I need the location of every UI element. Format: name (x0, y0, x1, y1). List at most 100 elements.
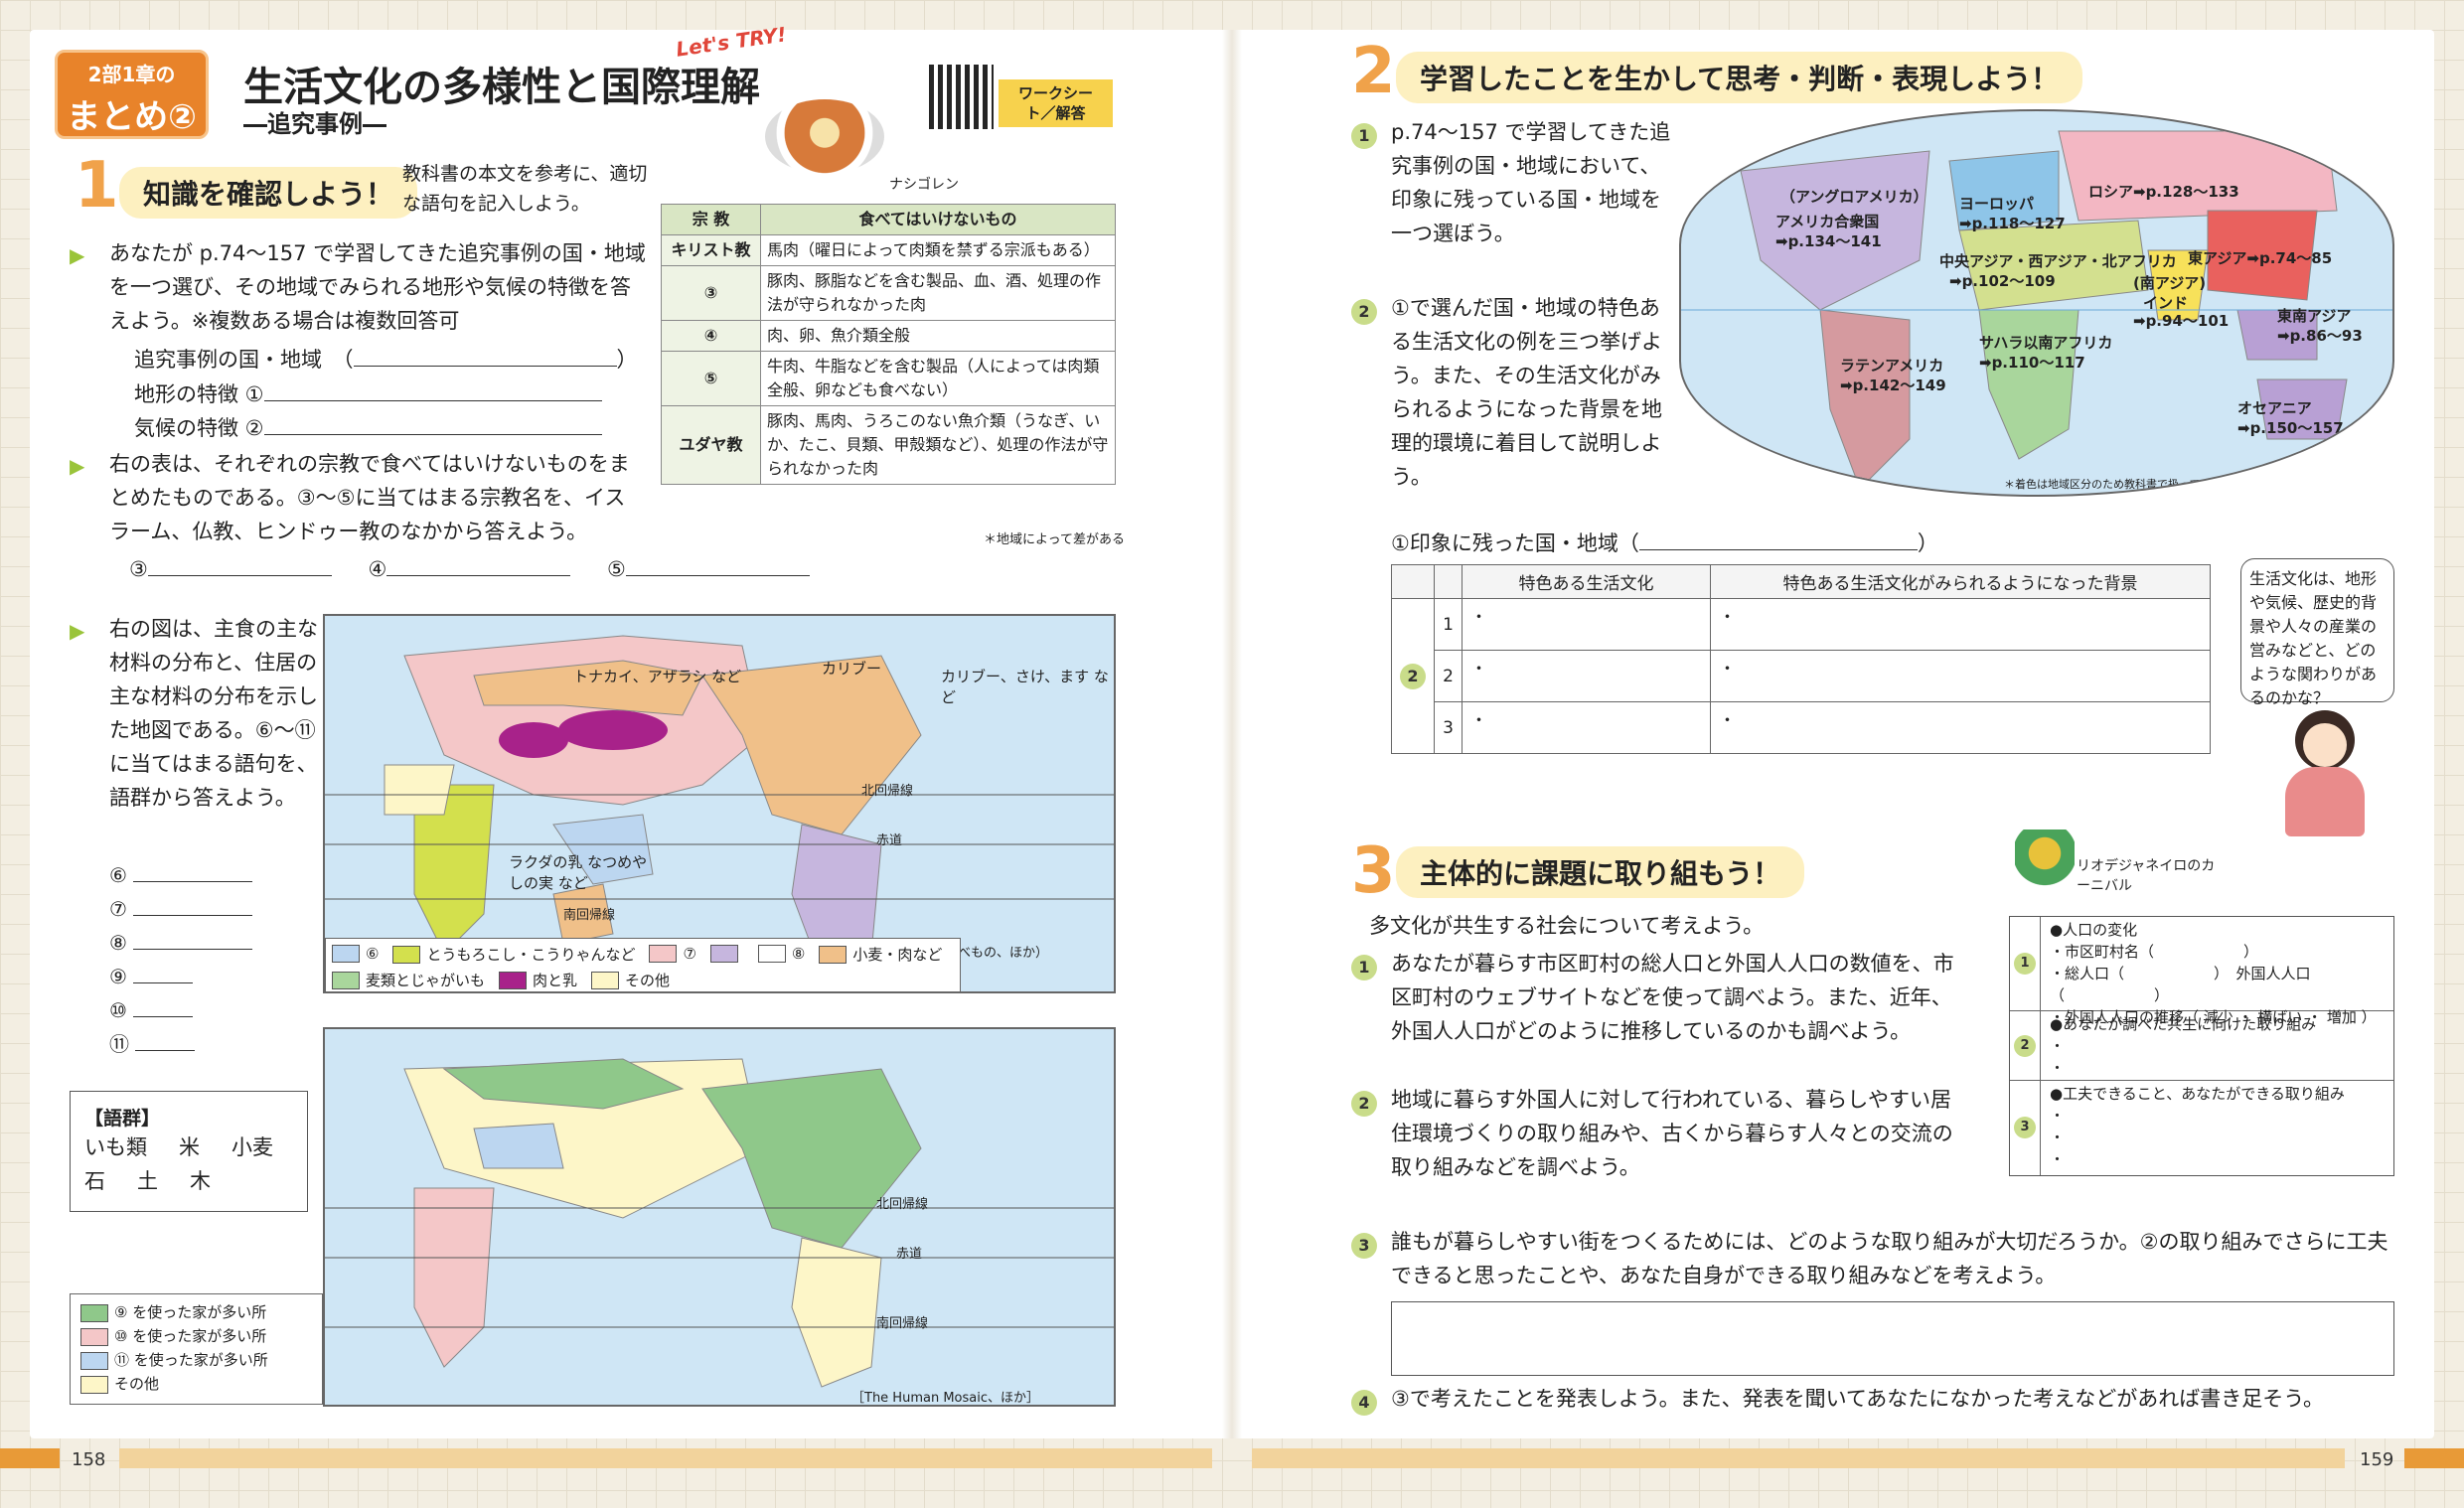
q3-answer-item[interactable]: ⑨ (109, 960, 252, 993)
legend-item: 肉と乳 (499, 970, 577, 990)
region-label: サハラ以南アフリカ (1979, 334, 2113, 352)
q1-line1-label: 追究事例の国・地域 （ (134, 348, 354, 372)
religion-th-1: 食べてはいけないもの (760, 204, 1116, 235)
region-label: ➡p.150〜157 (2237, 419, 2344, 437)
impression-end: ） (1917, 531, 1938, 555)
word-bank-title: 【語群】 (84, 1108, 161, 1130)
population-box: ●人口の変化 ・市区町村名（ ）・総人口（ ） 外国人人口（ ）・外国人人口の推移… (2009, 916, 2394, 1176)
population-box-line: ・ (2050, 1150, 2066, 1168)
population-box-row3[interactable]: ●工夫できること、あなたができる取り組み・・・ (2010, 1081, 2393, 1175)
legend-label: ⑧ (791, 944, 806, 963)
map1-sahara (384, 764, 455, 816)
legend-item (709, 945, 744, 964)
population-box-num2: 2 (2014, 1034, 2036, 1057)
q1-line1: 追究事例の国・地域 （ ） (134, 343, 638, 377)
page-bar-left (0, 1448, 60, 1468)
qr-code[interactable] (929, 65, 994, 129)
word: 土 (137, 1169, 158, 1193)
badge-line2: まとめ② (67, 97, 197, 137)
word-bank: 【語群】 いも類 米 小麦 石 土 木 (70, 1091, 308, 1212)
impression-answer[interactable] (1638, 527, 1918, 550)
q2-label-5: ⑤ (607, 557, 626, 581)
q3-answer-label: ⑪ (109, 1032, 129, 1056)
population-box-line: ・ (2050, 1037, 2066, 1055)
q3-answer-line[interactable] (132, 964, 193, 983)
q1-line2-label: 地形の特徴 ① (134, 382, 264, 406)
p3q1-text: あなたが暮らす市区町村の総人口と外国人人口の数値を、市区町村のウェブサイトなどを… (1391, 952, 1954, 1043)
legend-item: その他 (80, 1372, 312, 1396)
impression-label: ①印象に残った国・地域（ (1391, 531, 1639, 555)
region-label: 東アジア➡p.74〜85 (2188, 249, 2333, 267)
p2q2-number: 2 (1351, 293, 1377, 327)
region-label: ➡p.142〜149 (1840, 377, 1946, 394)
population-box-row2[interactable]: ●あなたが調べた共生に向けた取り組み・・ (2010, 1011, 2393, 1081)
q2-answer-3[interactable] (147, 554, 332, 576)
map2-label: 北回帰線 (876, 1197, 929, 1212)
q3-answer-line[interactable] (132, 896, 252, 916)
word-bank-words: いも類 米 小麦 石 土 木 (84, 1131, 293, 1198)
carnival-image (2015, 829, 2075, 909)
p3q3-answer-box[interactable] (1391, 1301, 2394, 1376)
population-box-row1[interactable]: ●人口の変化 ・市区町村名（ ）・総人口（ ） 外国人人口（ ）・外国人人口の推移… (2010, 917, 2393, 1026)
q3-answer-item[interactable]: ⑧ (109, 926, 252, 960)
map2-label: 赤道 (896, 1247, 923, 1262)
q1-answer-landform[interactable] (263, 377, 602, 401)
word: 木 (190, 1169, 211, 1193)
q3-answer-label: ⑥ (109, 863, 127, 887)
legend-swatch (591, 972, 620, 989)
p3q2-number: 2 (1351, 1085, 1377, 1119)
q2-answer-4[interactable] (386, 554, 571, 576)
q3-answer-line[interactable] (135, 1031, 195, 1051)
map1-label: トナカイ、アザラシ など (573, 668, 742, 685)
student-character-body (2285, 767, 2365, 836)
p3q3-number: 3 (1351, 1227, 1377, 1261)
q1-line3-label: 気候の特徴 ② (134, 416, 264, 440)
region-label: ヨーロッパ (1959, 195, 2035, 213)
carnival-caption: リオデジャネイロのカーニバル (2077, 858, 2216, 894)
q1-answer-region[interactable] (353, 343, 617, 367)
q3-answer-line[interactable] (132, 997, 193, 1017)
q2-label-3: ③ (129, 557, 148, 581)
legend-label: ⑪ を使った家が多い所 (114, 1351, 268, 1369)
religion-cell: キリスト教 (661, 234, 761, 266)
q3-answer-item[interactable]: ⑩ (109, 993, 252, 1027)
region-label: オセアニア (2237, 399, 2312, 417)
religion-table: 宗 教食べてはいけないもの キリスト教 馬肉（曜日によって肉類を禁ずる宗派もある）… (661, 204, 1116, 485)
q3-answer-item[interactable]: ⑥ (109, 858, 252, 892)
culture-cell[interactable]: ・ (1710, 701, 2211, 754)
q3-answer-line[interactable] (132, 930, 252, 950)
word: いも類 (84, 1135, 147, 1159)
p2q2-text: ①で選んだ国・地域の特色ある生活文化の例を三つ挙げよう。また、その生活文化がみら… (1391, 296, 1662, 489)
region-label: ラテンアメリカ (1840, 357, 1944, 375)
worksheet-tag[interactable]: ワークシート／解答 (999, 79, 1113, 127)
region-label: ➡p.86〜93 (2277, 327, 2363, 345)
page-bar-right-light (1252, 1448, 2345, 1468)
section1-intro: 教科書の本文を参考に、適切な語句を記入しよう。 (402, 163, 648, 215)
q2-answer-5[interactable] (625, 554, 810, 576)
map2-label: 南回帰線 (876, 1316, 929, 1331)
q1-answer-climate[interactable] (263, 411, 602, 435)
culture-cell[interactable]: ・ (1710, 598, 2211, 651)
region-label: ロシア➡p.128〜133 (2088, 183, 2239, 201)
page-bar-left-light (119, 1448, 1212, 1468)
legend-label: ⑨ を使った家が多い所 (114, 1303, 267, 1321)
culture-cell[interactable]: ・ (1462, 598, 1711, 651)
region-latin-america (1819, 309, 1911, 490)
q3-answer-label: ⑦ (109, 897, 127, 921)
q3-answer-label: ⑩ (109, 998, 127, 1022)
map1-label: カリブー (822, 660, 882, 678)
word: 米 (179, 1135, 200, 1159)
world-region-map-svg (1681, 130, 2392, 490)
legend-item: 麦類とじゃがいも (332, 970, 485, 990)
culture-cell[interactable]: ・ (1710, 650, 2211, 702)
q3-answer-line[interactable] (132, 862, 252, 882)
q3-answer-item[interactable]: ⑪ (109, 1027, 252, 1061)
culture-cell[interactable]: ・ (1462, 701, 1711, 754)
housing-material-map: 北回帰線 赤道 南回帰線 ［The Human Mosaic、ほか］ (323, 1027, 1116, 1407)
legend-swatch (757, 945, 786, 964)
section1-heading: 知識を確認しよう！ (119, 167, 418, 219)
religion-cell: ④ (661, 320, 761, 352)
culture-cell[interactable]: ・ (1462, 650, 1711, 702)
culture-table: 特色ある生活文化 特色ある生活文化がみられるようになった背景 2 1 ・・ 2 ・・ 3… (1391, 564, 2211, 754)
q3-answer-item[interactable]: ⑦ (109, 892, 252, 926)
